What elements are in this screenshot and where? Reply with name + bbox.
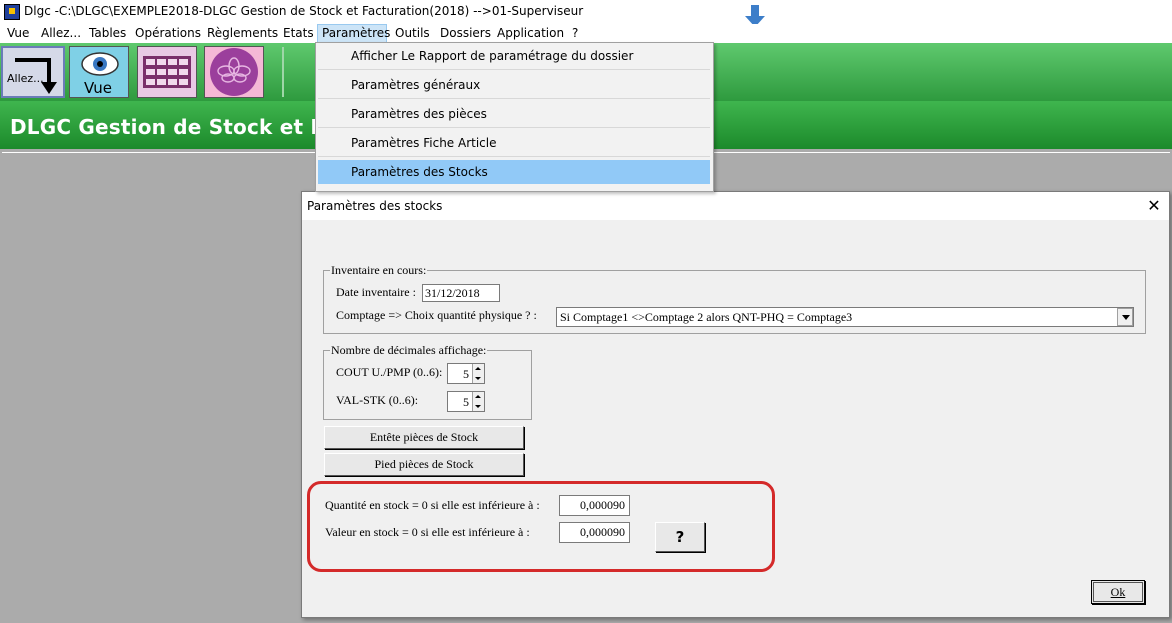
menu-etats[interactable]: Etats — [283, 24, 314, 43]
spin-buttons[interactable] — [472, 364, 484, 383]
inventory-group: Inventaire en cours: Date inventaire : 3… — [323, 263, 1146, 334]
app-icon — [4, 4, 20, 20]
cout-stepper-value: 5 — [463, 367, 469, 381]
menu-application[interactable]: Application — [497, 24, 564, 43]
calendar-grid-button[interactable] — [137, 46, 197, 98]
menu-reglements[interactable]: Règlements — [207, 24, 278, 43]
dropdown-item-rapport[interactable]: Afficher Le Rapport de paramétrage du do… — [318, 43, 710, 70]
valstk-stepper[interactable]: 5 — [447, 391, 485, 412]
dropdown-item-stocks[interactable]: Paramètres des Stocks — [318, 160, 710, 184]
entete-pieces-button[interactable]: Entête pièces de Stock — [324, 426, 524, 449]
vue-button-label: Vue — [84, 79, 112, 97]
inventory-date-label: Date inventaire : — [336, 285, 416, 299]
inventory-date-input[interactable]: 31/12/2018 — [422, 284, 500, 302]
decimals-legend: Nombre de décimales affichage: — [330, 343, 488, 358]
comptage-select[interactable]: Si Comptage1 <>Comptage 2 alors QNT-PHQ … — [556, 307, 1134, 327]
parametres-dropdown: Afficher Le Rapport de paramétrage du do… — [315, 42, 714, 192]
cout-label: COUT U./PMP (0..6): — [336, 365, 443, 379]
vue-button[interactable]: Vue — [69, 46, 129, 98]
ok-button[interactable]: Ok — [1091, 580, 1145, 604]
menu-vue[interactable]: Vue — [7, 24, 29, 43]
grid-icon — [143, 56, 191, 88]
toolbar-separator — [282, 47, 284, 97]
turn-arrow-icon — [15, 58, 57, 94]
menu-outils[interactable]: Outils — [395, 24, 430, 43]
ok-button-label: Ok — [1110, 585, 1126, 599]
comptage-select-value: Si Comptage1 <>Comptage 2 alors QNT-PHQ … — [560, 310, 853, 324]
dialog-title-bar: Paramètres des stocks ✕ — [302, 192, 1169, 220]
inventory-legend: Inventaire en cours: — [330, 263, 428, 278]
highlight-annotation — [307, 481, 775, 572]
cout-stepper[interactable]: 5 — [447, 363, 485, 384]
comptage-label: Comptage => Choix quantité physique ? : — [336, 308, 537, 322]
stock-params-dialog: Paramètres des stocks ✕ Inventaire en co… — [301, 191, 1170, 618]
menu-bar: Vue Allez... Tables Opérations Règlement… — [0, 24, 1172, 43]
eye-icon — [81, 52, 119, 76]
allez-button[interactable]: Allez... — [1, 46, 65, 98]
spin-buttons[interactable] — [472, 392, 484, 411]
menu-tables[interactable]: Tables — [89, 24, 126, 43]
close-icon[interactable]: ✕ — [1144, 197, 1164, 215]
flower-button[interactable] — [204, 46, 264, 98]
window-title: Dlgc -C:\DLGC\EXEMPLE2018-DLGC Gestion d… — [24, 4, 584, 18]
chevron-down-icon[interactable] — [1117, 308, 1133, 326]
menu-parametres[interactable]: Paramètres — [317, 24, 390, 43]
menu-help[interactable]: ? — [572, 24, 578, 43]
dropdown-item-pieces[interactable]: Paramètres des pièces — [318, 101, 710, 128]
menu-allez[interactable]: Allez... — [41, 24, 81, 43]
menu-dossiers[interactable]: Dossiers — [440, 24, 491, 43]
menu-operations[interactable]: Opérations — [135, 24, 201, 43]
pied-pieces-button[interactable]: Pied pièces de Stock — [324, 453, 524, 476]
dropdown-item-fiche-article[interactable]: Paramètres Fiche Article — [318, 130, 710, 157]
valstk-stepper-value: 5 — [463, 395, 469, 409]
title-bar: Dlgc -C:\DLGC\EXEMPLE2018-DLGC Gestion d… — [0, 0, 1172, 27]
valstk-label: VAL-STK (0..6): — [336, 393, 419, 407]
dialog-title: Paramètres des stocks — [307, 199, 443, 213]
dropdown-item-generaux[interactable]: Paramètres généraux — [318, 72, 710, 99]
decimals-group: Nombre de décimales affichage: COUT U./P… — [323, 343, 532, 420]
flower-icon — [210, 48, 258, 96]
